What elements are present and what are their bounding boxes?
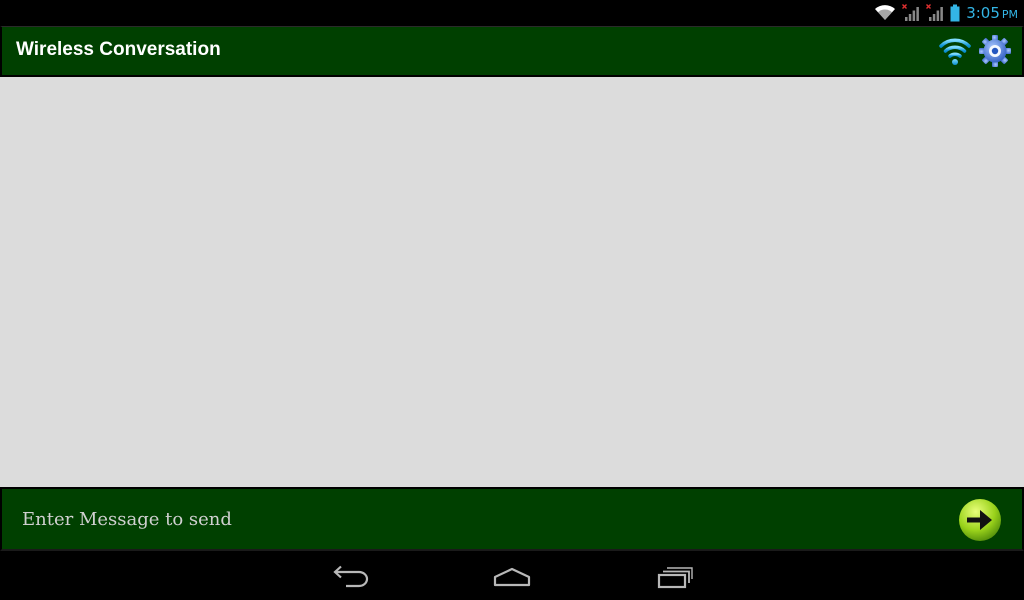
back-icon[interactable] (326, 561, 374, 591)
wifi-signal-icon (874, 4, 896, 22)
clock-ampm: PM (1001, 8, 1018, 21)
action-bar-icons (938, 33, 1012, 69)
recent-apps-icon[interactable] (651, 561, 699, 591)
home-icon[interactable] (488, 561, 536, 591)
cell-signal-no-sim-icon (902, 4, 920, 22)
navigation-bar (0, 551, 1024, 600)
action-bar: Wireless Conversation (0, 26, 1024, 77)
cell-signal-no-sim-icon (926, 4, 944, 22)
settings-gear-icon[interactable] (978, 33, 1012, 69)
app-title: Wireless Conversation (16, 39, 221, 60)
status-icons: 3:05 PM (874, 0, 1018, 26)
battery-icon (950, 4, 960, 22)
app-screen: 3:05 PM Wireless Conversation (0, 0, 1024, 600)
status-bar: 3:05 PM (0, 0, 1024, 26)
message-input[interactable] (20, 499, 924, 539)
send-arrow-icon[interactable] (958, 498, 1002, 542)
wifi-icon[interactable] (938, 33, 972, 69)
compose-bar (0, 487, 1024, 551)
clock-time: 3:05 (966, 4, 1000, 22)
conversation-area[interactable] (0, 77, 1024, 487)
status-clock: 3:05 PM (966, 4, 1018, 22)
